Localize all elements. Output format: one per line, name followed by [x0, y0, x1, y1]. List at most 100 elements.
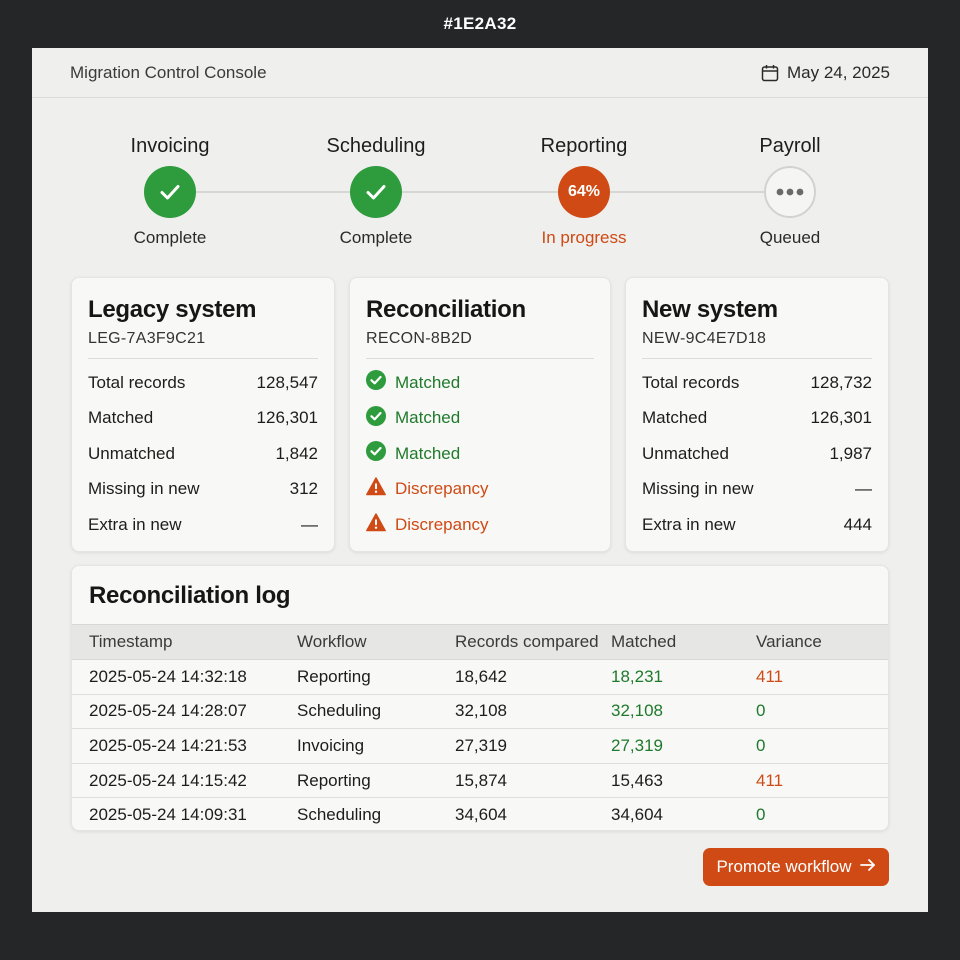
card-title: New system — [642, 296, 778, 323]
step-status: In progress — [541, 228, 627, 247]
stat-label: Missing in new — [642, 479, 754, 499]
console-header: Migration Control Console May 24, 2025 — [32, 48, 928, 98]
stat-value: 128,547 — [256, 372, 318, 392]
recon-id: RECON-8B2D — [366, 330, 473, 347]
card-title: Reconciliation — [366, 296, 526, 323]
cell-matched: 34,604 — [611, 805, 663, 825]
stat-label: Unmatched — [642, 443, 729, 463]
cell-matched: 18,231 — [611, 659, 756, 695]
cell-variance: 411 — [756, 763, 888, 799]
cell-records-compared: 15,874 — [455, 763, 611, 799]
cell-workflow: Reporting — [297, 763, 455, 799]
recon-row: Matched — [366, 436, 594, 472]
top-bar: #1E2A32 — [0, 0, 960, 48]
recon-row: Matched — [366, 365, 594, 401]
stat-value: 126,301 — [810, 408, 872, 428]
step-name: Scheduling — [326, 135, 426, 157]
stat-label: Missing in new — [88, 479, 200, 499]
reconciliation-card: Reconciliation RECON-8B2D Matched Matche… — [349, 277, 611, 552]
step-invoicing[interactable]: Invoicing Complete — [80, 128, 260, 248]
stat-row: Extra in new — — [88, 507, 318, 543]
column-header-records-compared[interactable]: Records compared — [455, 624, 611, 660]
stat-value: 126,301 — [256, 408, 318, 428]
stat-value: 128,732 — [810, 372, 872, 392]
cell-variance: 0 — [756, 728, 888, 764]
legacy-system-card: Legacy system LEG-7A3F9C21 Total records… — [71, 277, 335, 552]
stat-label: Matched — [642, 408, 708, 428]
stat-row: Extra in new 444 — [642, 507, 872, 543]
step-status: Complete — [133, 228, 207, 247]
cell-matched: 15,463 — [611, 763, 756, 799]
recon-label: Discrepancy — [395, 514, 489, 534]
cell-records-compared: 18,642 — [455, 659, 611, 695]
stat-label: Unmatched — [88, 443, 175, 463]
stat-value: 1,987 — [829, 443, 872, 463]
recon-row: Matched — [366, 401, 594, 437]
reconciliation-log: Reconciliation log Timestamp Workflow Re… — [71, 565, 889, 831]
promote-label: Promote workflow — [716, 857, 852, 876]
stat-value: 312 — [289, 479, 318, 499]
step-name: Invoicing — [130, 135, 210, 157]
recon-label: Matched — [395, 443, 461, 463]
cell-timestamp: 2025-05-24 14:32:18 — [72, 659, 297, 695]
system-id: NEW-9C4E7D18 — [642, 330, 767, 347]
cell-workflow: Invoicing — [297, 728, 455, 764]
cell-workflow: Scheduling — [297, 694, 455, 730]
cell-workflow: Reporting — [297, 659, 455, 695]
step-status: Queued — [759, 228, 821, 247]
table-row[interactable]: 2025-05-24 14:32:18 Reporting 18,642 18,231… — [72, 659, 888, 695]
stat-value: 1,842 — [275, 443, 318, 463]
stat-row: Missing in new — — [642, 472, 872, 508]
cell-timestamp: 2025-05-24 14:21:53 — [72, 728, 297, 764]
step-name: Reporting — [540, 135, 628, 157]
stat-row: Unmatched 1,987 — [642, 436, 872, 472]
log-table: Timestamp Workflow Records compared Matc… — [72, 624, 888, 830]
divider — [366, 358, 594, 359]
console-panel: Migration Control Console May 24, 2025 I… — [32, 48, 928, 912]
check-circle-icon — [366, 441, 386, 466]
step-reporting[interactable]: Reporting 64% In progress — [494, 128, 674, 248]
stat-row: Unmatched 1,842 — [88, 436, 318, 472]
calendar-icon — [761, 64, 779, 82]
recon-label: Matched — [395, 408, 461, 428]
top-bar-label: #1E2A32 — [443, 14, 517, 33]
system-id: LEG-7A3F9C21 — [88, 330, 206, 347]
cell-variance: 411 — [756, 659, 888, 695]
check-icon — [144, 166, 196, 218]
stat-value: — — [301, 514, 318, 534]
cell-variance: 0 — [756, 694, 888, 730]
check-icon — [350, 166, 402, 218]
stat-label: Extra in new — [88, 514, 182, 534]
table-row[interactable]: 2025-05-24 14:15:42 Reporting 15,874 15,463… — [72, 763, 888, 799]
check-circle-icon — [366, 370, 386, 395]
date-display: May 24, 2025 — [761, 63, 890, 83]
cell-workflow: Scheduling — [297, 805, 382, 825]
promote-workflow-button[interactable]: Promote workflow — [703, 848, 889, 886]
recon-row: Discrepancy — [366, 507, 594, 543]
log-title: Reconciliation log — [89, 582, 291, 609]
column-header-matched[interactable]: Matched — [611, 624, 756, 660]
progress-indicator: 64% — [558, 166, 610, 218]
column-header-timestamp[interactable]: Timestamp — [72, 624, 297, 660]
check-circle-icon — [366, 405, 386, 431]
step-name: Payroll — [759, 135, 821, 157]
cell-records-compared: 34,604 — [455, 805, 507, 825]
stat-value: 444 — [843, 514, 872, 534]
recon-label: Discrepancy — [395, 479, 489, 499]
column-header-workflow[interactable]: Workflow — [297, 624, 455, 660]
table-row[interactable]: 2025-05-24 14:28:07 Scheduling 32,108 32,10… — [72, 694, 888, 730]
stat-row: Total records 128,732 — [642, 365, 872, 401]
column-header-variance[interactable]: Variance — [756, 624, 888, 660]
table-row[interactable]: 2025-05-24 14:21:53 Invoicing 27,319 27,319… — [72, 728, 888, 764]
step-status: Complete — [339, 228, 413, 247]
stat-label: Extra in new — [642, 514, 736, 534]
cell-matched: 32,108 — [611, 694, 756, 730]
divider — [88, 358, 318, 359]
stat-label: Total records — [88, 372, 186, 392]
stat-row: Matched 126,301 — [88, 401, 318, 437]
step-scheduling[interactable]: Scheduling Complete — [286, 128, 466, 248]
step-payroll[interactable]: Payroll Queued — [700, 128, 880, 248]
table-row[interactable]: 2025-05-24 14:09:31 Scheduling 34,604 34,60… — [72, 798, 888, 830]
cell-timestamp: 2025-05-24 14:28:07 — [72, 694, 297, 730]
console-title: Migration Control Console — [70, 62, 267, 82]
